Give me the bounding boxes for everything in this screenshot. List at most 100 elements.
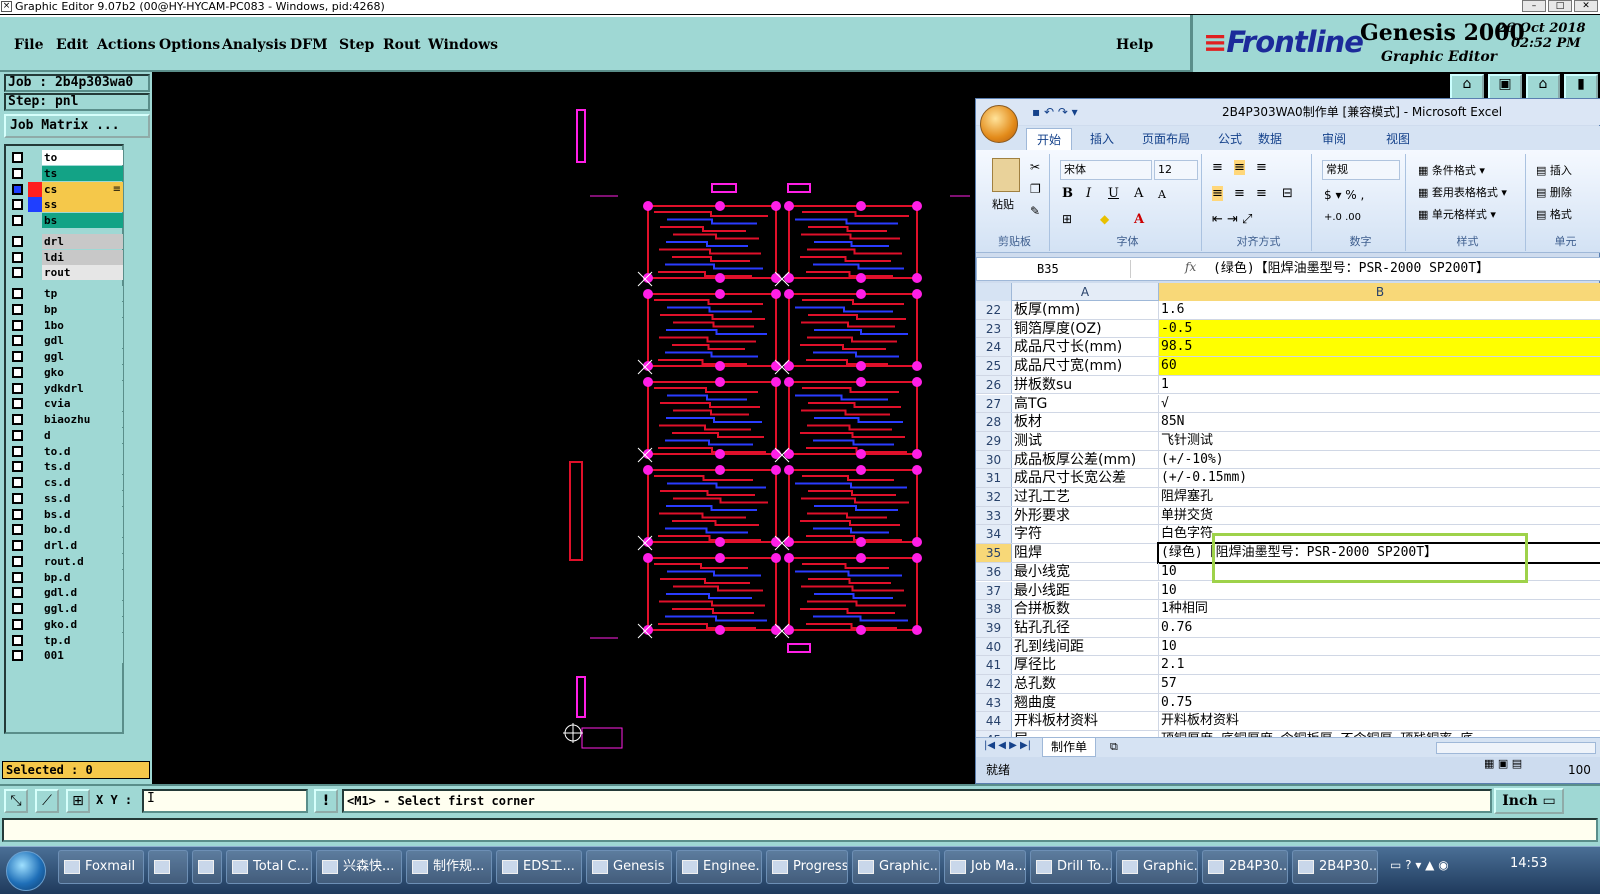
fill-color-icon[interactable]: ◆	[1100, 212, 1109, 226]
row-number[interactable]: 29	[976, 431, 1012, 450]
menu-edit[interactable]: Edit	[56, 37, 88, 53]
cell-a[interactable]: 字符	[1012, 525, 1159, 544]
row-number[interactable]: 27	[976, 394, 1012, 413]
zoom-level[interactable]: 100	[1568, 757, 1591, 783]
layer-checkbox[interactable]	[12, 650, 23, 662]
layer-row-ss[interactable]: ss	[8, 197, 123, 213]
row-number[interactable]: 23	[976, 319, 1012, 338]
layer-checkbox[interactable]	[12, 199, 23, 211]
taskbar-item[interactable]: EDS工...	[496, 850, 582, 884]
layer-row-bo.d[interactable]: bo.d	[8, 522, 123, 538]
layer-checkbox[interactable]	[12, 540, 23, 551]
cell-a[interactable]: 拼板数su	[1012, 375, 1159, 394]
menu-windows[interactable]: Windows	[428, 37, 498, 53]
row-number[interactable]: 32	[976, 488, 1012, 506]
layer-row-cvia[interactable]: cvia	[8, 396, 123, 412]
cell-b[interactable]: √	[1159, 395, 1600, 413]
layer-checkbox[interactable]	[12, 235, 23, 247]
cell-a[interactable]: 合拼板数	[1012, 600, 1159, 618]
copy-icon[interactable]: ❐	[1030, 182, 1041, 196]
layer-row-ggl[interactable]: ggl	[8, 349, 123, 364]
ribbon-tab-0[interactable]: 开始	[1026, 128, 1073, 150]
minimize-button[interactable]: –	[1522, 0, 1546, 12]
cell-a[interactable]: 过孔工艺	[1012, 488, 1159, 506]
zoom-area-icon[interactable]: ⤡	[4, 789, 28, 813]
menu-analysis[interactable]: Analysis	[222, 37, 287, 53]
layer-checkbox[interactable]	[12, 571, 23, 583]
row-number[interactable]: 30	[976, 450, 1012, 469]
job-matrix-button[interactable]: Job Matrix ...	[4, 114, 150, 138]
layer-checkbox[interactable]	[12, 167, 23, 179]
pcb-panel-drawing[interactable]	[152, 72, 974, 784]
layer-row-rout[interactable]: rout	[8, 265, 123, 281]
cut-icon[interactable]: ✂	[1030, 160, 1040, 174]
decimal-icon[interactable]: +.0 .00	[1324, 212, 1361, 223]
layer-row-ggl.d[interactable]: ggl.d	[8, 601, 123, 616]
ribbon-tab-5[interactable]: 审阅	[1322, 130, 1346, 147]
layer-row-ts[interactable]: ts	[8, 165, 123, 181]
measure-icon[interactable]: ⟋	[35, 789, 59, 813]
taskbar-item[interactable]: 兴森快...	[316, 850, 402, 884]
ribbon-tab-2[interactable]: 页面布局	[1142, 130, 1190, 147]
column-header-b[interactable]: B	[1159, 283, 1600, 301]
cell-b[interactable]: (+/-0.15mm)	[1159, 469, 1600, 487]
layer-row-drl.d[interactable]: drl.d	[8, 538, 123, 553]
row-number[interactable]: 39	[976, 618, 1012, 637]
menu-dfm[interactable]: DFM	[290, 37, 328, 53]
layer-row-ldi[interactable]: ldi	[8, 249, 123, 265]
cell-b[interactable]: 2.1	[1159, 656, 1600, 674]
layer-row-to.d[interactable]: to.d	[8, 443, 123, 459]
row-number[interactable]: 38	[976, 600, 1012, 618]
cell-b[interactable]: 57	[1159, 675, 1600, 693]
layer-row-cs.d[interactable]: cs.d	[8, 475, 123, 490]
currency-icon[interactable]: $ ▾ % ,	[1324, 188, 1364, 202]
layer-row-ts.d[interactable]: ts.d	[8, 459, 123, 475]
layer-checkbox[interactable]	[12, 183, 23, 195]
layer-row-001[interactable]: 001	[8, 648, 123, 664]
layer-row-gdl[interactable]: gdl	[8, 333, 123, 349]
ribbon-tab-6[interactable]: 视图	[1386, 130, 1410, 147]
merge-icon[interactable]: ⊟	[1282, 186, 1293, 201]
row-number[interactable]: 37	[976, 581, 1012, 600]
cell-b[interactable]: 飞针测试	[1159, 432, 1600, 450]
cell-b[interactable]: 85N	[1159, 413, 1600, 431]
cell-b[interactable]: 1.6	[1159, 301, 1600, 319]
grid-icon[interactable]: ⊞	[66, 789, 90, 813]
units-button[interactable]: Inch ▭	[1494, 788, 1564, 814]
taskbar-item[interactable]: Genesis	[586, 850, 672, 884]
layer-row-bp[interactable]: bp	[8, 301, 123, 317]
menu-help[interactable]: Help	[1116, 37, 1153, 53]
layer-row-bs.d[interactable]: bs.d	[8, 506, 123, 522]
underline-button[interactable]: U	[1108, 186, 1119, 201]
taskbar-item[interactable]	[148, 850, 188, 884]
taskbar-item[interactable]: Graphic...	[1116, 850, 1198, 884]
row-number[interactable]: 42	[976, 675, 1012, 693]
menu-actions[interactable]: Actions	[97, 37, 156, 53]
cell-a[interactable]: 高TG	[1012, 394, 1159, 413]
row-number[interactable]: 34	[976, 525, 1012, 544]
menu-step[interactable]: Step	[339, 37, 374, 53]
menu-rout[interactable]: Rout	[383, 37, 421, 53]
row-number[interactable]: 26	[976, 375, 1012, 394]
ribbon-tab-3[interactable]: 公式	[1218, 130, 1242, 147]
layer-row-cs[interactable]: cs ≡	[8, 181, 123, 197]
layer-checkbox[interactable]	[12, 524, 23, 536]
cell-b[interactable]: 单拼交货	[1159, 507, 1600, 525]
format-cells-button[interactable]: ▤ 格式	[1536, 206, 1572, 222]
layer-checkbox[interactable]	[12, 288, 23, 299]
grow-font-button[interactable]: A	[1134, 186, 1143, 201]
menu-options[interactable]: Options	[159, 37, 220, 53]
font-size-select[interactable]: 12	[1154, 160, 1198, 180]
align-left-icon[interactable]: ≡	[1212, 186, 1223, 201]
warning-button[interactable]: !	[314, 789, 338, 813]
cell-b[interactable]: 10	[1159, 582, 1600, 600]
layer-row-gko[interactable]: gko	[8, 364, 123, 380]
row-number[interactable]: 44	[976, 712, 1012, 731]
layer-checkbox[interactable]	[12, 382, 23, 394]
cell-a[interactable]: 孔到线间距	[1012, 637, 1159, 656]
layer-row-biaozhu[interactable]: biaozhu	[8, 412, 123, 427]
cell-a[interactable]: 厚径比	[1012, 656, 1159, 674]
taskbar-item[interactable]: Total C...	[226, 850, 312, 884]
cell-a[interactable]: 成品尺寸长宽公差	[1012, 469, 1159, 487]
align-top-icon[interactable]: ≡	[1212, 160, 1223, 175]
